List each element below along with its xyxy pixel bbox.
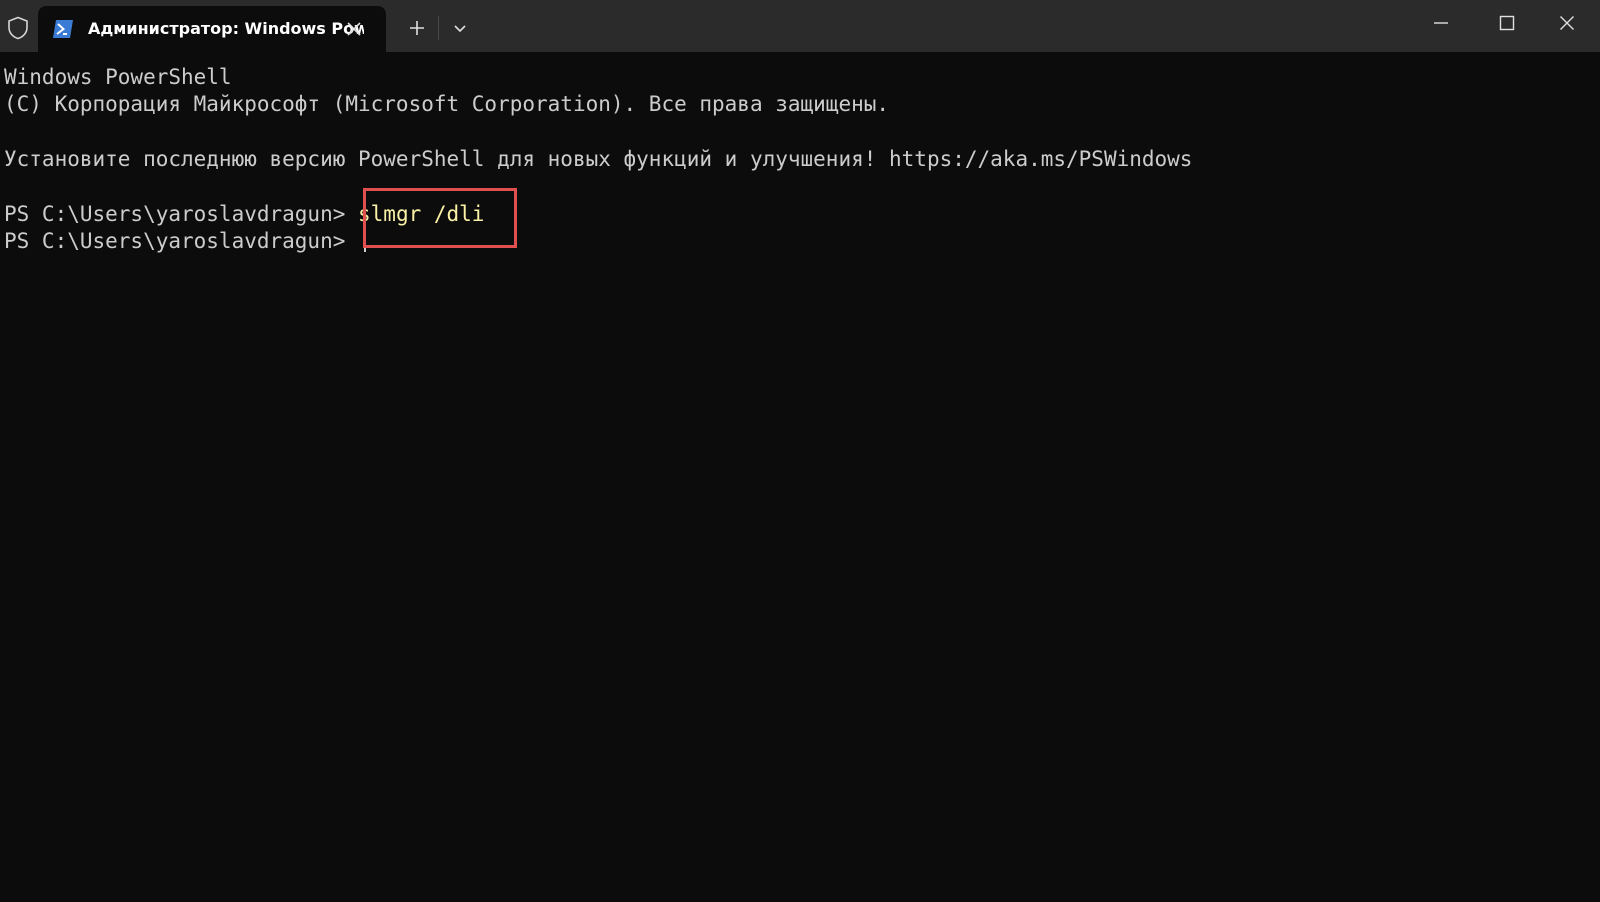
powershell-icon bbox=[52, 19, 74, 39]
title-bar: Администратор: Windows PowerShell bbox=[0, 0, 1600, 52]
tab-title: Администратор: Windows PowerShell bbox=[88, 19, 364, 38]
close-icon[interactable] bbox=[1534, 0, 1600, 46]
text-cursor bbox=[364, 230, 367, 253]
toolbar-divider bbox=[438, 16, 439, 40]
prompt: PS C:\Users\yaroslavdragun> bbox=[4, 229, 359, 254]
tab-powershell[interactable]: Администратор: Windows PowerShell bbox=[38, 6, 386, 52]
chevron-down-icon[interactable] bbox=[448, 16, 472, 40]
maximize-icon[interactable] bbox=[1474, 0, 1540, 46]
plus-icon[interactable] bbox=[405, 16, 429, 40]
minimize-icon[interactable] bbox=[1408, 0, 1474, 46]
prompt-line: PS C:\Users\yaroslavdragun> bbox=[4, 228, 1600, 255]
terminal-line: Установите последнюю версию PowerShell д… bbox=[4, 147, 1193, 172]
terminal-line: Windows PowerShell bbox=[4, 65, 232, 89]
close-icon[interactable] bbox=[342, 17, 366, 41]
terminal-line: (C) Корпорация Майкрософт (Microsoft Cor… bbox=[4, 92, 890, 117]
shield-icon bbox=[4, 14, 32, 42]
command-text: slmgr /dli bbox=[358, 201, 485, 226]
prompt-line: PS C:\Users\yaroslavdragun> slmgr /dli bbox=[4, 201, 1600, 228]
terminal-window: Администратор: Windows PowerShell bbox=[0, 0, 1600, 902]
terminal-output[interactable]: Windows PowerShell (C) Корпорация Майкрос… bbox=[0, 52, 1600, 902]
prompt: PS C:\Users\yaroslavdragun> bbox=[4, 201, 359, 226]
